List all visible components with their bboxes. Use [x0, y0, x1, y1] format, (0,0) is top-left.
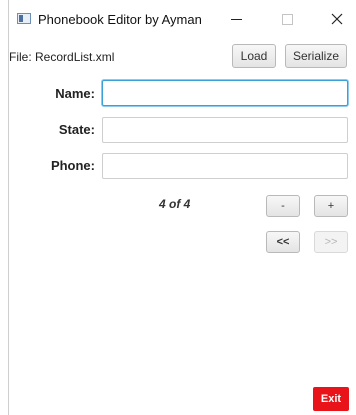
record-counter: 4 of 4	[159, 197, 191, 211]
title-bar[interactable]: Phonebook Editor by Ayman	[9, 0, 356, 38]
exit-button[interactable]: Exit	[313, 387, 349, 411]
phone-label: Phone:	[50, 158, 95, 173]
name-field[interactable]	[102, 80, 348, 106]
state-field[interactable]	[102, 117, 348, 143]
add-record-button[interactable]: +	[314, 195, 348, 217]
window-title: Phonebook Editor by Ayman	[38, 12, 202, 27]
minimize-icon	[230, 18, 242, 20]
previous-record-button[interactable]: <<	[266, 231, 300, 253]
close-button[interactable]	[322, 6, 352, 32]
serialize-button[interactable]: Serialize	[285, 44, 347, 68]
name-label: Name:	[55, 86, 95, 101]
file-label: File: RecordList.xml	[9, 50, 115, 64]
maximize-icon	[281, 13, 293, 25]
phone-field[interactable]	[102, 153, 348, 179]
state-label: State:	[58, 122, 95, 137]
load-button[interactable]: Load	[232, 44, 276, 68]
app-window: Phonebook Editor by Ayman File: RecordLi…	[8, 0, 356, 415]
remove-record-button[interactable]: -	[266, 195, 300, 217]
next-record-button[interactable]: >>	[314, 231, 348, 253]
close-icon	[331, 13, 343, 25]
minimize-button[interactable]	[221, 6, 251, 32]
maximize-button[interactable]	[272, 6, 302, 32]
app-icon	[17, 13, 31, 24]
